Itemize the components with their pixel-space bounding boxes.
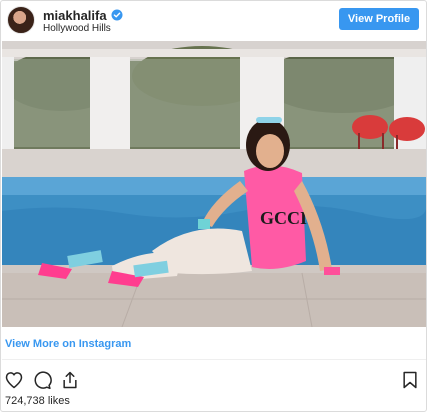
bookmark-icon[interactable]	[399, 369, 421, 391]
location-label[interactable]: Hollywood Hills	[43, 23, 111, 34]
post-header: miakhalifa Hollywood Hills View Profile	[1, 1, 426, 41]
comment-icon[interactable]	[31, 369, 53, 391]
username-row: miakhalifa	[43, 7, 123, 23]
view-more-link[interactable]: View More on Instagram	[5, 338, 131, 350]
svg-text:GCCI: GCCI	[260, 208, 307, 228]
avatar[interactable]	[7, 6, 35, 34]
instagram-embed: miakhalifa Hollywood Hills View Profile	[0, 0, 427, 412]
username[interactable]: miakhalifa	[43, 8, 107, 23]
view-profile-button[interactable]: View Profile	[339, 8, 419, 30]
likes-count[interactable]: 724,738 likes	[5, 395, 70, 407]
verified-badge-icon	[111, 9, 123, 21]
post-photo[interactable]: GCCI	[2, 41, 426, 327]
divider	[2, 359, 426, 360]
share-icon[interactable]	[59, 369, 81, 391]
heart-icon[interactable]	[3, 369, 25, 391]
